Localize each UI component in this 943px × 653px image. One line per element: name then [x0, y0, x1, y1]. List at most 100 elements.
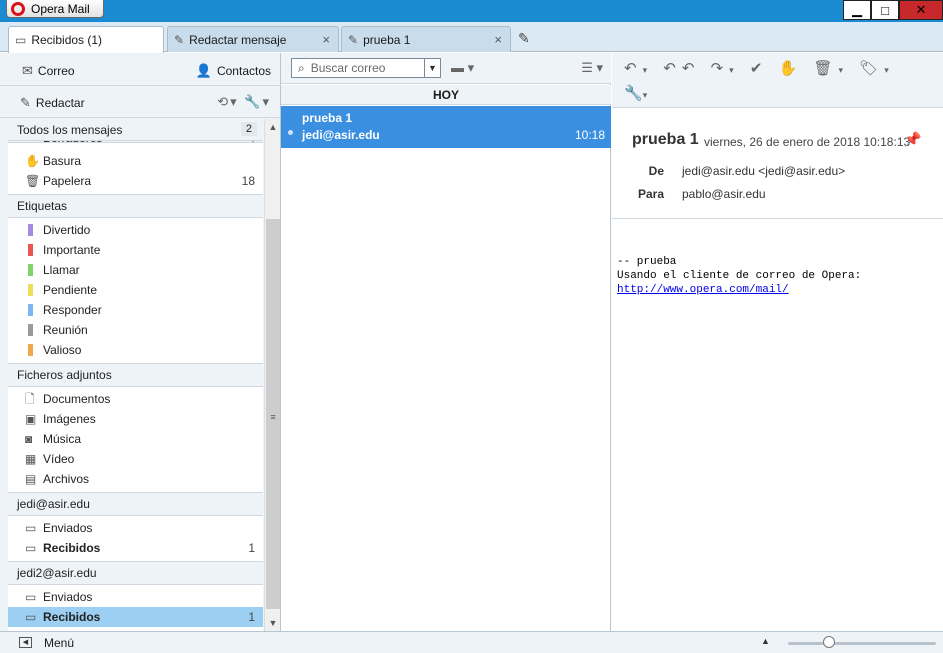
- section-title: Todos los mensajes: [17, 123, 123, 137]
- attachments-video[interactable]: ▦ Vídeo: [8, 449, 263, 469]
- chevron-down-icon[interactable]: ▾: [729, 65, 740, 75]
- folder-label: Enviados: [43, 590, 93, 604]
- group-header-today: HOY: [281, 85, 611, 105]
- label-text: Divertido: [43, 223, 91, 237]
- from-value[interactable]: jedi@asir.edu <jedi@asir.edu>: [682, 164, 845, 178]
- wrench-icon[interactable]: 🔧: [244, 94, 262, 109]
- tab-recibidos[interactable]: ▭ Recibidos (1): [8, 26, 164, 53]
- scroll-down-icon[interactable]: ▼: [265, 615, 281, 631]
- attachments-archivos[interactable]: ▤ Archivos: [8, 469, 263, 489]
- status-bar: ◀ Menú ▲: [0, 631, 943, 653]
- label-divertido[interactable]: Divertido: [8, 220, 263, 240]
- tag-valioso-icon: [28, 344, 33, 356]
- message-list-item[interactable]: prueba 1 jedi@asir.edu 10:18: [281, 106, 611, 148]
- correo-button[interactable]: ✉ Correo: [22, 63, 75, 79]
- maximize-button[interactable]: □: [871, 0, 899, 20]
- menu-label[interactable]: Menú: [44, 636, 74, 650]
- label-pendiente[interactable]: Pendiente: [8, 280, 263, 300]
- account1-enviados[interactable]: ▭ Enviados: [8, 518, 263, 538]
- search-icon: ⌕: [298, 60, 305, 75]
- sidebar-tool-icons[interactable]: ⟲▾ 🔧▾: [217, 94, 271, 110]
- document-icon: 🗋: [25, 392, 35, 406]
- attachment-label: Vídeo: [43, 452, 75, 466]
- account2-recibidos[interactable]: ▭ Recibidos 1: [8, 607, 263, 627]
- section-etiquetas[interactable]: Etiquetas: [8, 194, 263, 218]
- sort-icon: ☰: [581, 60, 593, 75]
- chevron-down-icon[interactable]: ▾: [643, 90, 648, 100]
- to-key: Para: [637, 187, 664, 201]
- chevron-down-icon[interactable]: ▾: [884, 65, 895, 75]
- folder-papelera[interactable]: 🗑 Papelera 18: [8, 171, 263, 191]
- from-key: De: [648, 164, 664, 178]
- redactar-button[interactable]: ✎ Redactar: [20, 95, 85, 111]
- outbox-icon: ▭: [25, 521, 37, 535]
- zoom-slider-knob[interactable]: [823, 636, 835, 648]
- folder-label: Enviados: [43, 521, 93, 535]
- contactos-button[interactable]: 👤 Contactos: [196, 63, 271, 79]
- sidebar-scrollbar[interactable]: ▲ ≡ ▼: [264, 119, 280, 631]
- pin-icon[interactable]: 📌: [904, 131, 921, 148]
- view-layout-button[interactable]: ▬ ▾: [451, 60, 474, 76]
- wrench-icon[interactable]: 🔧: [624, 85, 643, 102]
- tag-icon[interactable]: 🏷: [859, 60, 884, 77]
- section-account-jedi2[interactable]: jedi2@asir.edu: [8, 561, 263, 585]
- tab-close-button[interactable]: ×: [322, 32, 330, 47]
- forward-icon[interactable]: ↷: [711, 60, 730, 77]
- reply-all-icon[interactable]: ↶↶: [663, 60, 700, 77]
- folder-label: Recibidos: [43, 541, 101, 555]
- account1-recibidos[interactable]: ▭ Recibidos 1: [8, 538, 263, 558]
- tab-redactar-mensaje[interactable]: ✎ Redactar mensaje ×: [167, 26, 339, 52]
- check-icon[interactable]: ✔: [750, 60, 769, 77]
- delete-icon[interactable]: 🗑: [813, 60, 838, 77]
- attachments-musica[interactable]: ◙ Música: [8, 429, 263, 449]
- close-button[interactable]: ✕: [899, 0, 943, 20]
- sort-options-button[interactable]: ☰ ▾: [581, 60, 603, 76]
- scroll-up-icon[interactable]: ▲: [265, 119, 281, 135]
- envelope-icon: ✉: [22, 63, 33, 78]
- search-input[interactable]: ⌕ Buscar correo ▼: [291, 58, 441, 78]
- label-llamar[interactable]: Llamar: [8, 260, 263, 280]
- attachments-documentos[interactable]: 🗋 Documentos: [8, 389, 263, 409]
- reader-actions: ↶▾ ↶↶ ↷▾ ✔ ✋ 🗑▾ 🏷▾: [624, 59, 895, 77]
- spam-hand-icon[interactable]: ✋: [779, 60, 804, 77]
- chevron-down-icon[interactable]: ▾: [262, 94, 271, 109]
- opera-mail-link[interactable]: http://www.opera.com/mail/: [617, 284, 789, 296]
- sync-icon[interactable]: ⟲: [217, 94, 230, 109]
- folder-label: Papelera: [43, 174, 92, 188]
- zoom-slider[interactable]: [788, 642, 936, 645]
- tab-prueba-1[interactable]: ✎ prueba 1 ×: [341, 26, 511, 52]
- attachment-label: Archivos: [43, 472, 90, 486]
- label-valioso[interactable]: Valioso: [8, 340, 263, 360]
- folder-basura[interactable]: ✋ Basura: [8, 151, 263, 171]
- tab-close-button[interactable]: ×: [494, 32, 502, 47]
- unread-dot-icon: [288, 130, 293, 135]
- chevron-down-icon: ▾: [596, 60, 603, 75]
- attachments-imagenes[interactable]: ▣ Imágenes: [8, 409, 263, 429]
- to-value[interactable]: pablo@asir.edu: [682, 187, 766, 201]
- section-all-messages-header[interactable]: Todos los mensajes 2: [8, 119, 263, 141]
- label-responder[interactable]: Responder: [8, 300, 263, 320]
- chevron-down-icon[interactable]: ▾: [643, 65, 654, 75]
- section-ficheros-adjuntos[interactable]: Ficheros adjuntos: [8, 363, 263, 387]
- compose-icon: ✎: [20, 95, 31, 110]
- minimize-button[interactable]: ▁: [843, 0, 871, 20]
- zoom-up-icon[interactable]: ▲: [761, 636, 770, 646]
- folder-count: 1: [248, 610, 255, 624]
- chevron-down-icon[interactable]: ▾: [839, 65, 850, 75]
- new-tab-compose-icon[interactable]: ✎: [518, 30, 530, 47]
- label-importante[interactable]: Importante: [8, 240, 263, 260]
- section-account-jedi[interactable]: jedi@asir.edu: [8, 492, 263, 516]
- chevron-down-icon[interactable]: ▾: [230, 94, 239, 109]
- chevron-down-icon[interactable]: ▼: [424, 59, 440, 77]
- label-reunion[interactable]: Reunión: [8, 320, 263, 340]
- account2-enviados[interactable]: ▭ Enviados: [8, 587, 263, 607]
- archive-icon: ▤: [25, 472, 37, 486]
- all-messages-count: 2: [240, 122, 257, 136]
- opera-menu-button[interactable]: Opera Mail: [6, 0, 104, 18]
- menu-toggle-icon[interactable]: ◀: [19, 637, 32, 648]
- search-placeholder: Buscar correo: [310, 61, 386, 75]
- tab-bar: ▭ Recibidos (1) ✎ Redactar mensaje × ✎ p…: [0, 22, 943, 53]
- reader-tools: 🔧▾: [624, 84, 647, 102]
- inbox-icon: ▭: [25, 541, 37, 555]
- reply-icon[interactable]: ↶: [624, 60, 643, 77]
